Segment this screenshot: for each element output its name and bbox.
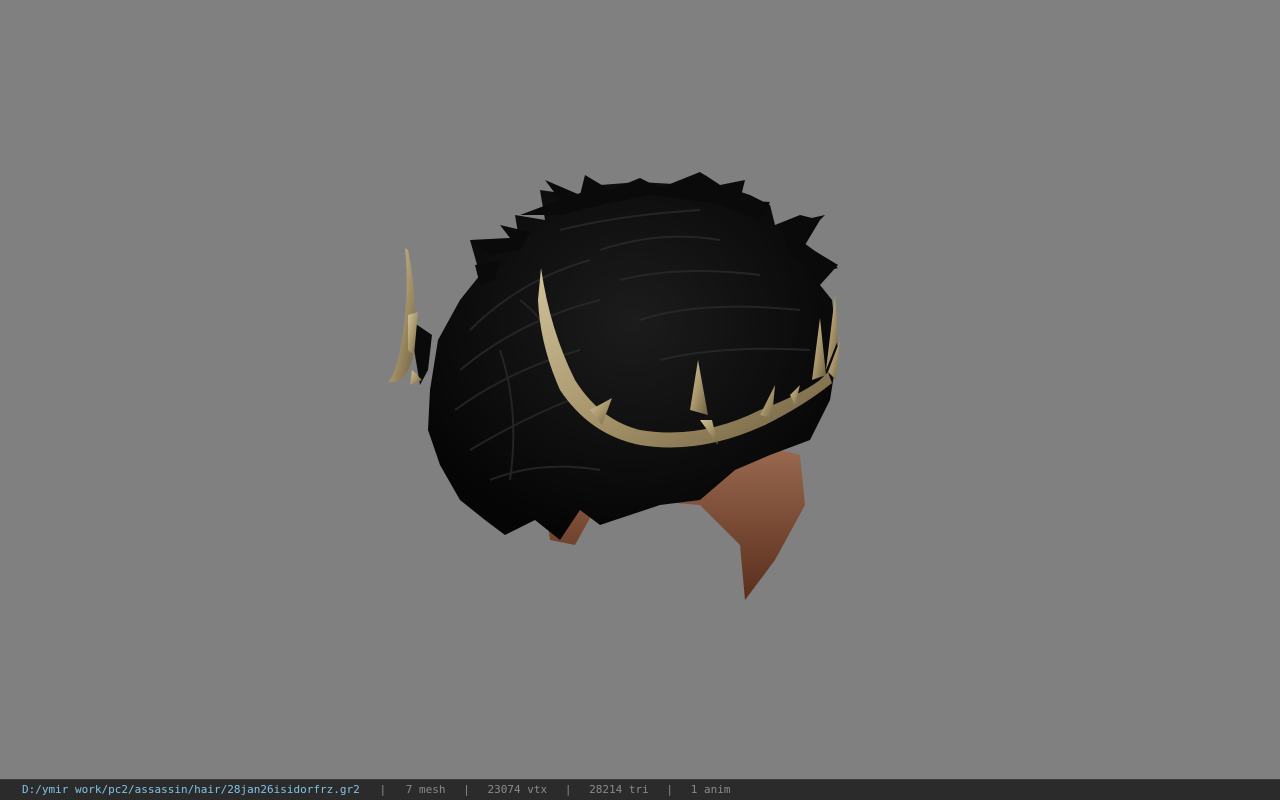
triangle-count: 28214 tri — [589, 783, 649, 796]
separator: | — [564, 783, 572, 796]
mesh-count: 7 mesh — [405, 783, 446, 796]
hair-model-render — [388, 172, 840, 600]
3d-viewport[interactable] — [0, 0, 1280, 779]
status-bar: D:/ymir work/pc2/assassin/hair/28jan26is… — [0, 779, 1280, 800]
separator: | — [379, 783, 387, 796]
file-path: D:/ymir work/pc2/assassin/hair/28jan26is… — [22, 783, 360, 796]
vertex-count: 23074 vtx — [487, 783, 548, 796]
separator: | — [666, 783, 674, 796]
separator: | — [463, 783, 470, 796]
anim-count: 1 anim — [690, 783, 731, 796]
